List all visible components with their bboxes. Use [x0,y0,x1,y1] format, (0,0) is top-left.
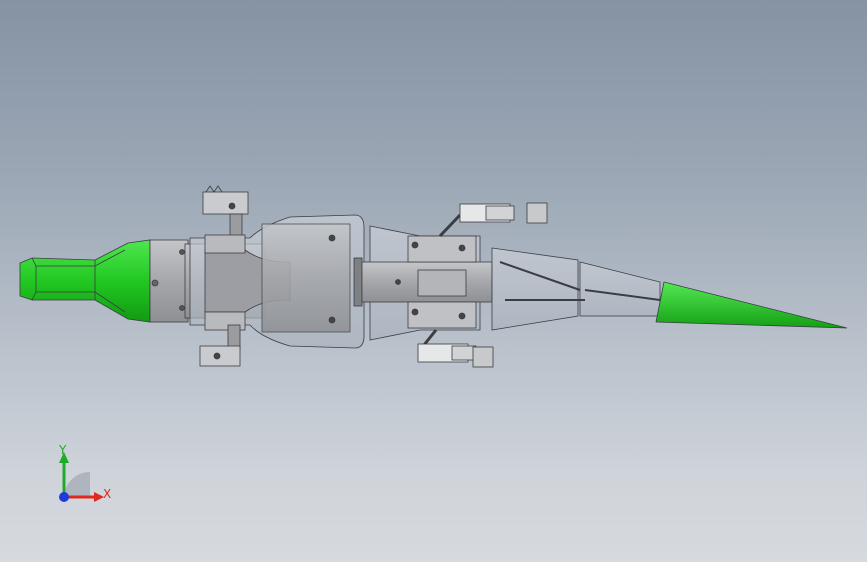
y-axis-label: Y [58,443,67,457]
green-head-part[interactable] [19,239,151,323]
lower-front-leg[interactable] [199,311,246,367]
robot-model[interactable] [19,185,848,368]
z-axis-dot [59,492,69,502]
rear-segment-part[interactable] [491,247,661,331]
cad-viewport[interactable]: Y X [0,0,867,562]
triad-plane-arc [64,472,90,497]
coordinate-triad: Y X [58,443,111,502]
green-tail-cone[interactable] [655,281,848,329]
x-axis-label: X [103,487,111,501]
upper-front-leg[interactable] [202,185,249,254]
